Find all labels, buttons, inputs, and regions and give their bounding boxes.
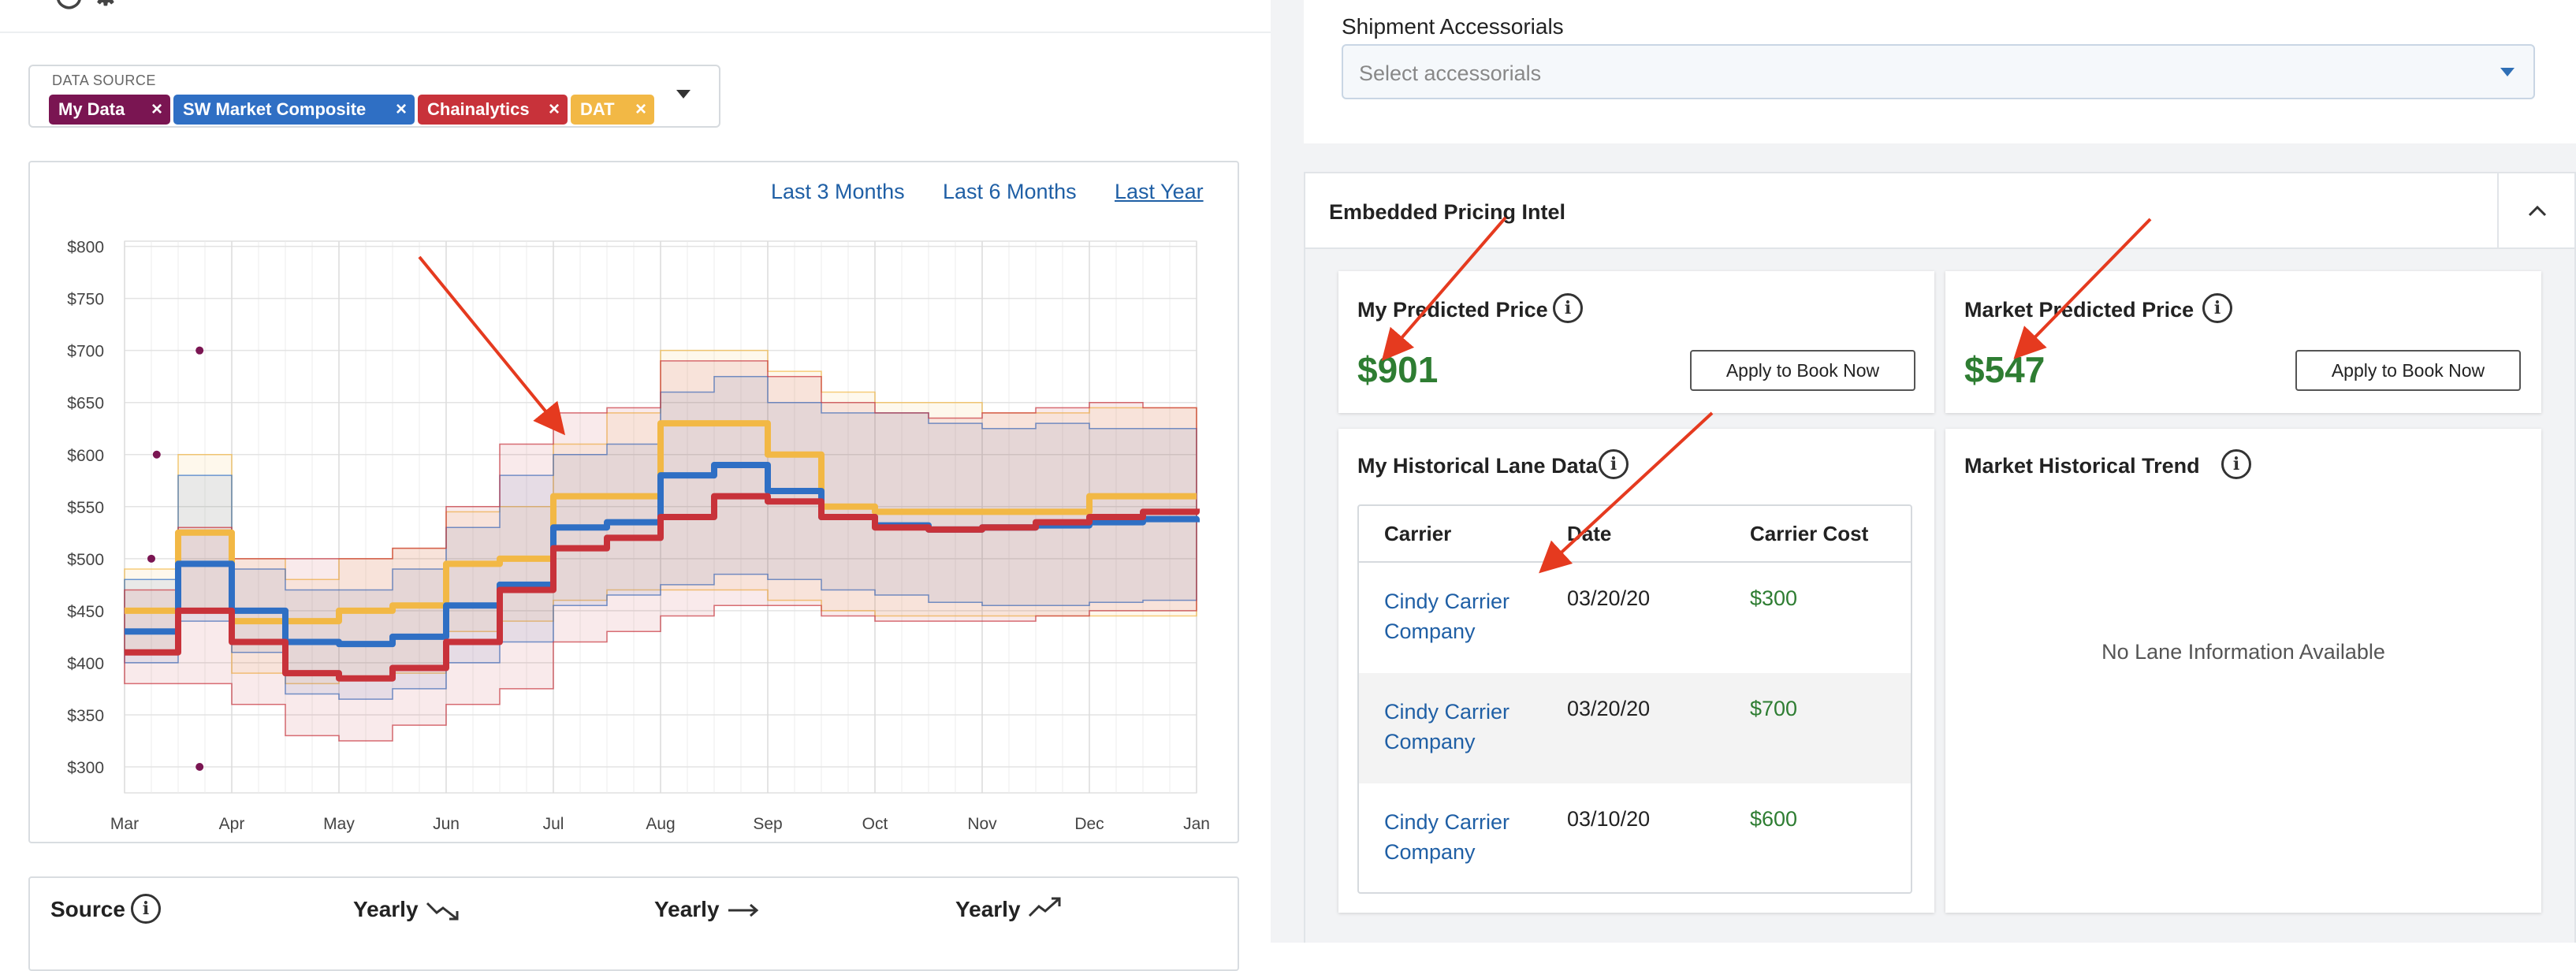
- market-predicted-price-value: $547: [1964, 349, 2046, 390]
- price-chart: $800 $750 $700 $650 $600 $550 $500 $450 $400 $350…: [67, 239, 1210, 833]
- apply-to-book-now-button[interactable]: Apply to Book Now: [1690, 350, 1915, 391]
- embedded-pricing-intel-section: Embedded Pricing Intel My Predicted Pric…: [1304, 172, 2576, 943]
- x-tick-label: Aug: [646, 815, 675, 833]
- market-predicted-price-panel: Market Predicted Price i $547 Apply to B…: [1945, 271, 2541, 413]
- y-tick-label: $750: [67, 291, 104, 309]
- yearly-up-label: Yearly: [955, 897, 1021, 921]
- chip-label: DAT: [580, 99, 615, 119]
- my-historical-lane-panel: My Historical Lane Data i Carrier Date C…: [1338, 429, 1934, 913]
- info-icon[interactable]: i: [1553, 293, 1583, 323]
- trend-flat-icon: [728, 903, 759, 917]
- remove-chip-icon[interactable]: ×: [635, 95, 646, 125]
- left-pane: ◡ ⚙ DATA SOURCE My Data × SW Market Comp…: [0, 0, 1271, 971]
- chip-dat: DAT ×: [571, 95, 654, 125]
- y-tick-label: $350: [67, 707, 104, 725]
- info-icon[interactable]: i: [131, 894, 161, 924]
- data-point-my-data: [147, 554, 155, 563]
- column-header-carrier-cost: Carrier Cost: [1750, 522, 1869, 545]
- info-icon[interactable]: i: [2202, 293, 2232, 323]
- date-cell: 03/10/20: [1567, 807, 1651, 831]
- chevron-down-icon[interactable]: [2500, 68, 2515, 76]
- remove-chip-icon[interactable]: ×: [396, 95, 407, 125]
- info-icon[interactable]: i: [2221, 449, 2251, 479]
- y-tick-label: $700: [67, 343, 104, 361]
- historical-lane-table: Carrier Date Carrier Cost Cindy Carrier …: [1357, 504, 1912, 894]
- my-predicted-price-panel: My Predicted Price i $901 Apply to Book …: [1338, 271, 1934, 413]
- column-header-carrier: Carrier: [1384, 522, 1452, 545]
- y-tick-label: $450: [67, 603, 104, 621]
- yearly-flat-label: Yearly: [654, 897, 720, 921]
- chip-label: Chainalytics: [427, 99, 530, 119]
- trend-down-icon: [426, 902, 459, 921]
- x-tick-label: Mar: [110, 815, 139, 833]
- source-label: Source: [50, 897, 125, 921]
- price-chart-card: Last 3 Months Last 6 Months Last Year $8…: [28, 161, 1239, 843]
- x-tick-label: Jan: [1183, 815, 1210, 833]
- y-tick-label: $650: [67, 395, 104, 413]
- carrier-link[interactable]: Cindy Carrier Company: [1384, 697, 1542, 757]
- my-predicted-price-value: $901: [1357, 349, 1439, 390]
- data-point-my-data: [152, 450, 161, 459]
- y-tick-label: $400: [67, 655, 104, 673]
- carrier-link[interactable]: Cindy Carrier Company: [1384, 807, 1542, 867]
- panel-title: Market Predicted Price: [1964, 298, 2194, 322]
- section-title: Embedded Pricing Intel: [1329, 200, 1566, 224]
- panel-title: My Predicted Price: [1357, 298, 1548, 322]
- x-tick-label: Jun: [433, 815, 460, 833]
- x-tick-label: Jul: [543, 815, 564, 833]
- collapse-button[interactable]: [2497, 173, 2574, 249]
- table-row: Cindy Carrier Company 03/20/20 $700: [1359, 673, 1911, 783]
- carrier-link[interactable]: Cindy Carrier Company: [1384, 586, 1542, 646]
- data-source-select[interactable]: DATA SOURCE My Data × SW Market Composit…: [28, 65, 720, 128]
- table-row: Cindy Carrier Company 03/10/20 $600: [1359, 783, 1911, 892]
- cost-cell: $300: [1750, 586, 1798, 610]
- table-row: Cindy Carrier Company 03/20/20 $300: [1359, 563, 1911, 673]
- x-tick-label: Nov: [967, 815, 997, 833]
- date-cell: 03/20/20: [1567, 697, 1651, 720]
- data-point-my-data: [195, 346, 204, 355]
- x-tick-label: Oct: [862, 815, 888, 833]
- date-cell: 03/20/20: [1567, 586, 1651, 610]
- section-header[interactable]: Embedded Pricing Intel: [1305, 173, 2574, 249]
- trend-up-icon: [1028, 897, 1061, 917]
- yearly-down-label: Yearly: [353, 897, 419, 921]
- x-tick-label: Dec: [1074, 815, 1104, 833]
- chip-chainalytics: Chainalytics ×: [418, 95, 568, 125]
- chip-label: SW Market Composite: [183, 99, 367, 119]
- data-source-label: DATA SOURCE: [52, 73, 156, 88]
- y-tick-label: $300: [67, 759, 104, 777]
- chip-my-data: My Data ×: [49, 95, 170, 125]
- column-header-date: Date: [1567, 522, 1612, 545]
- cost-cell: $600: [1750, 807, 1798, 831]
- y-tick-label: $600: [67, 447, 104, 465]
- y-tick-label: $550: [67, 499, 104, 517]
- remove-chip-icon[interactable]: ×: [151, 95, 162, 125]
- data-point-my-data: [195, 762, 204, 771]
- market-historical-trend-panel: Market Historical Trend i No Lane Inform…: [1945, 429, 2541, 913]
- header-divider: [0, 32, 1271, 33]
- x-tick-label: May: [323, 815, 355, 833]
- x-tick-label: Sep: [753, 815, 782, 833]
- panel-title: Market Historical Trend: [1964, 454, 2200, 478]
- right-pane: Shipment Accessorials Select accessorial…: [1271, 0, 2576, 943]
- chevron-up-icon: [2528, 205, 2547, 217]
- accessorials-label: Shipment Accessorials: [1342, 14, 1564, 39]
- source-trend-card: Source i Yearly Yearly Yearly: [28, 876, 1239, 971]
- empty-state-message: No Lane Information Available: [2101, 640, 2385, 664]
- y-tick-label: $800: [67, 239, 104, 257]
- page-title-fragment: ◡ ⚙: [55, 0, 120, 13]
- y-tick-label: $500: [67, 551, 104, 569]
- accessorials-select[interactable]: Select accessorials: [1342, 44, 2535, 99]
- panel-title: My Historical Lane Data: [1357, 454, 1598, 478]
- cost-cell: $700: [1750, 697, 1798, 720]
- remove-chip-icon[interactable]: ×: [549, 95, 560, 125]
- apply-to-book-now-button[interactable]: Apply to Book Now: [2295, 350, 2521, 391]
- pricing-intel-body: My Predicted Price i $901 Apply to Book …: [1305, 249, 2574, 943]
- chip-label: My Data: [58, 99, 125, 119]
- x-tick-label: Apr: [219, 815, 245, 833]
- info-icon[interactable]: i: [1599, 449, 1629, 479]
- chip-sw-market-composite: SW Market Composite ×: [173, 95, 415, 125]
- accessorials-placeholder: Select accessorials: [1359, 61, 1542, 85]
- chevron-down-icon[interactable]: [676, 90, 691, 99]
